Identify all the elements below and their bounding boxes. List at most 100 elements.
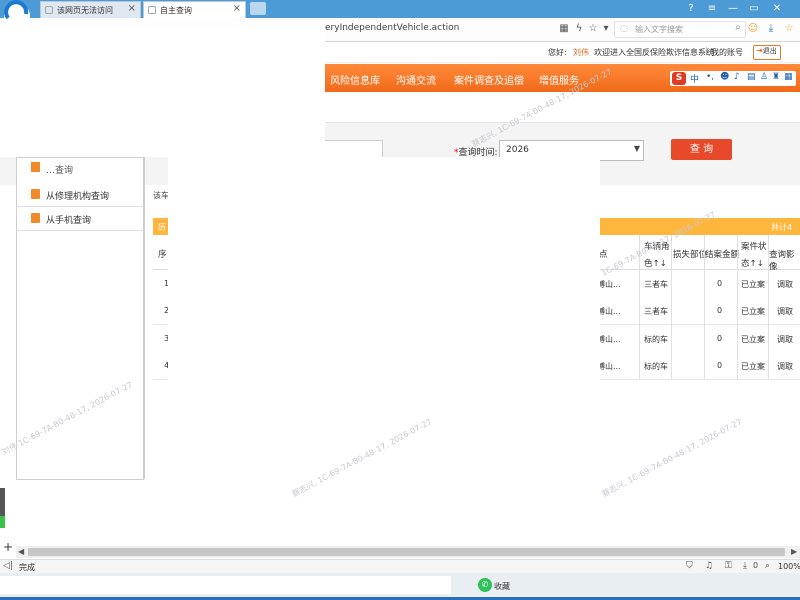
- tree-item-repair-shop[interactable]: 从修理机构查询: [17, 183, 143, 207]
- close-icon[interactable]: ×: [128, 3, 136, 14]
- tab-self-query[interactable]: 自主查询 ×: [143, 1, 246, 18]
- logout-label: 退出: [762, 47, 777, 55]
- blank-overlay-panel: [168, 157, 600, 464]
- blank-overlay-top: [0, 28, 325, 157]
- close-window-button[interactable]: ✕: [770, 2, 784, 16]
- column-divider: [737, 235, 738, 379]
- history-label: 历: [158, 223, 166, 232]
- download-count: 0: [753, 561, 759, 570]
- download-icon[interactable]: ⤓: [743, 561, 747, 571]
- row-role: 三者车: [644, 280, 668, 289]
- folder-icon: [31, 189, 40, 199]
- menu-icon[interactable]: ≡: [705, 2, 719, 16]
- lock-icon[interactable]: ⚿: [725, 561, 732, 571]
- ime-toolbar: S 中 •, ☻ ♪ ▤ ♙ ♜ ▦: [670, 71, 796, 86]
- folder-icon: [31, 162, 40, 172]
- fetch-image-link[interactable]: 调取: [777, 279, 793, 290]
- user-icon[interactable]: ♙: [760, 72, 768, 82]
- status-text: 完成: [19, 563, 35, 572]
- scroll-left-icon[interactable]: ◀: [18, 547, 24, 556]
- side-indicator-green: [0, 516, 5, 528]
- folder-icon: [31, 213, 40, 223]
- ime-mode[interactable]: 中: [690, 72, 699, 85]
- taskbar: ✆ 收藏: [0, 573, 800, 600]
- fetch-image-link[interactable]: 调取: [777, 361, 793, 372]
- taskbar-blank-area: [0, 576, 451, 594]
- col-loss-part: 损失部位: [673, 250, 708, 260]
- my-account-link[interactable]: 我的账号: [711, 47, 743, 58]
- download-icon[interactable]: ⤓: [764, 22, 778, 36]
- col-case-status[interactable]: 案件状态↑↓: [741, 239, 769, 273]
- close-icon[interactable]: ×: [233, 3, 241, 14]
- logout-button[interactable]: ⇥退出: [753, 45, 781, 60]
- row-status: 已立案: [741, 280, 765, 289]
- tab-error-page[interactable]: 该网页无法访问 ×: [40, 1, 141, 18]
- nav-case-investigation[interactable]: 案件调查及追偿: [454, 72, 524, 87]
- nav-communication[interactable]: 沟通交流: [396, 72, 436, 87]
- row-role: 标的车: [644, 362, 668, 371]
- search-box[interactable]: ◌ 输入文字搜索 ⌕: [614, 21, 746, 38]
- minimize-button[interactable]: —: [726, 2, 740, 16]
- col-settle-amount: 结案金额: [705, 250, 740, 260]
- sogou-icon[interactable]: S: [672, 72, 686, 85]
- zoom-level[interactable]: 100%: [778, 562, 800, 571]
- search-placeholder: 输入文字搜索: [635, 25, 683, 34]
- panel-divider: [143, 157, 145, 479]
- row-amount: 0: [717, 306, 723, 315]
- fetch-image-link[interactable]: 调取: [777, 306, 793, 317]
- qr-code-icon[interactable]: ▦: [557, 22, 571, 36]
- sidebar-toggle-icon[interactable]: ◁|: [3, 561, 13, 571]
- row-status: 已立案: [741, 307, 765, 316]
- welcome-text: 欢迎进入全国反保险欺诈信息系统: [594, 48, 714, 57]
- speaker-icon[interactable]: ♫: [705, 561, 713, 571]
- emoji-icon[interactable]: ☻: [720, 72, 729, 82]
- tab-label: 该网页无法访问: [57, 6, 113, 15]
- query-button[interactable]: 查 询: [671, 139, 732, 160]
- vehicle-label: 该车: [153, 191, 169, 200]
- column-divider: [704, 235, 705, 379]
- divider: |: [705, 46, 708, 55]
- punctuation-icon[interactable]: •,: [706, 72, 714, 82]
- chevron-down-icon: ▼: [633, 144, 640, 153]
- col-seq: 序: [158, 250, 167, 260]
- scrollbar-thumb[interactable]: [28, 548, 785, 556]
- row-amount: 0: [717, 334, 723, 343]
- greeting: 您好:: [548, 48, 567, 57]
- page-icon: [45, 6, 53, 14]
- tree-item-partial[interactable]: …查询: [17, 158, 143, 176]
- column-divider: [768, 235, 769, 379]
- username[interactable]: 刘伟: [573, 47, 589, 58]
- maximize-button[interactable]: ▭: [747, 2, 761, 16]
- favorites-star-icon[interactable]: ☆: [782, 22, 796, 36]
- shield-icon[interactable]: ⛉: [686, 561, 693, 571]
- url-text[interactable]: eryIndependentVehicle.action: [325, 23, 459, 33]
- chevron-down-icon[interactable]: ▾: [599, 22, 613, 36]
- fetch-image-link[interactable]: 调取: [777, 334, 793, 345]
- column-divider: [671, 235, 672, 379]
- horizontal-scrollbar[interactable]: ◀ ▶: [16, 546, 800, 558]
- favorite-label[interactable]: 收藏: [494, 581, 510, 592]
- col-query-image: 查询影像: [769, 250, 795, 272]
- keyboard-icon[interactable]: ▤: [747, 72, 756, 82]
- skin-icon[interactable]: ♜: [772, 72, 780, 82]
- star-icon[interactable]: ☆: [586, 22, 600, 36]
- logout-icon: ⇥: [756, 46, 763, 55]
- scroll-right-icon[interactable]: ▶: [791, 547, 797, 556]
- query-time-value: 2026: [506, 145, 529, 155]
- row-role: 标的车: [644, 335, 668, 344]
- new-tab-button[interactable]: [250, 2, 266, 15]
- tree-item-phone[interactable]: 从手机查询: [17, 207, 143, 231]
- smile-icon[interactable]: ☺: [746, 22, 760, 36]
- browser-logo-icon: [4, 0, 30, 28]
- grid-icon[interactable]: ▦: [784, 72, 793, 82]
- microphone-icon[interactable]: ♪: [734, 72, 740, 82]
- tree-item-label: 从手机查询: [46, 216, 92, 226]
- zoom-icon[interactable]: ⌕: [765, 561, 770, 571]
- plus-icon[interactable]: +: [3, 540, 13, 554]
- nav-risk-database[interactable]: 风险信息库: [330, 72, 380, 87]
- search-icon[interactable]: ⌕: [735, 22, 741, 33]
- help-icon[interactable]: ?: [684, 2, 698, 16]
- row-status: 已立案: [741, 362, 765, 371]
- lightning-icon[interactable]: ϟ: [572, 22, 586, 36]
- wechat-icon[interactable]: ✆: [478, 578, 492, 592]
